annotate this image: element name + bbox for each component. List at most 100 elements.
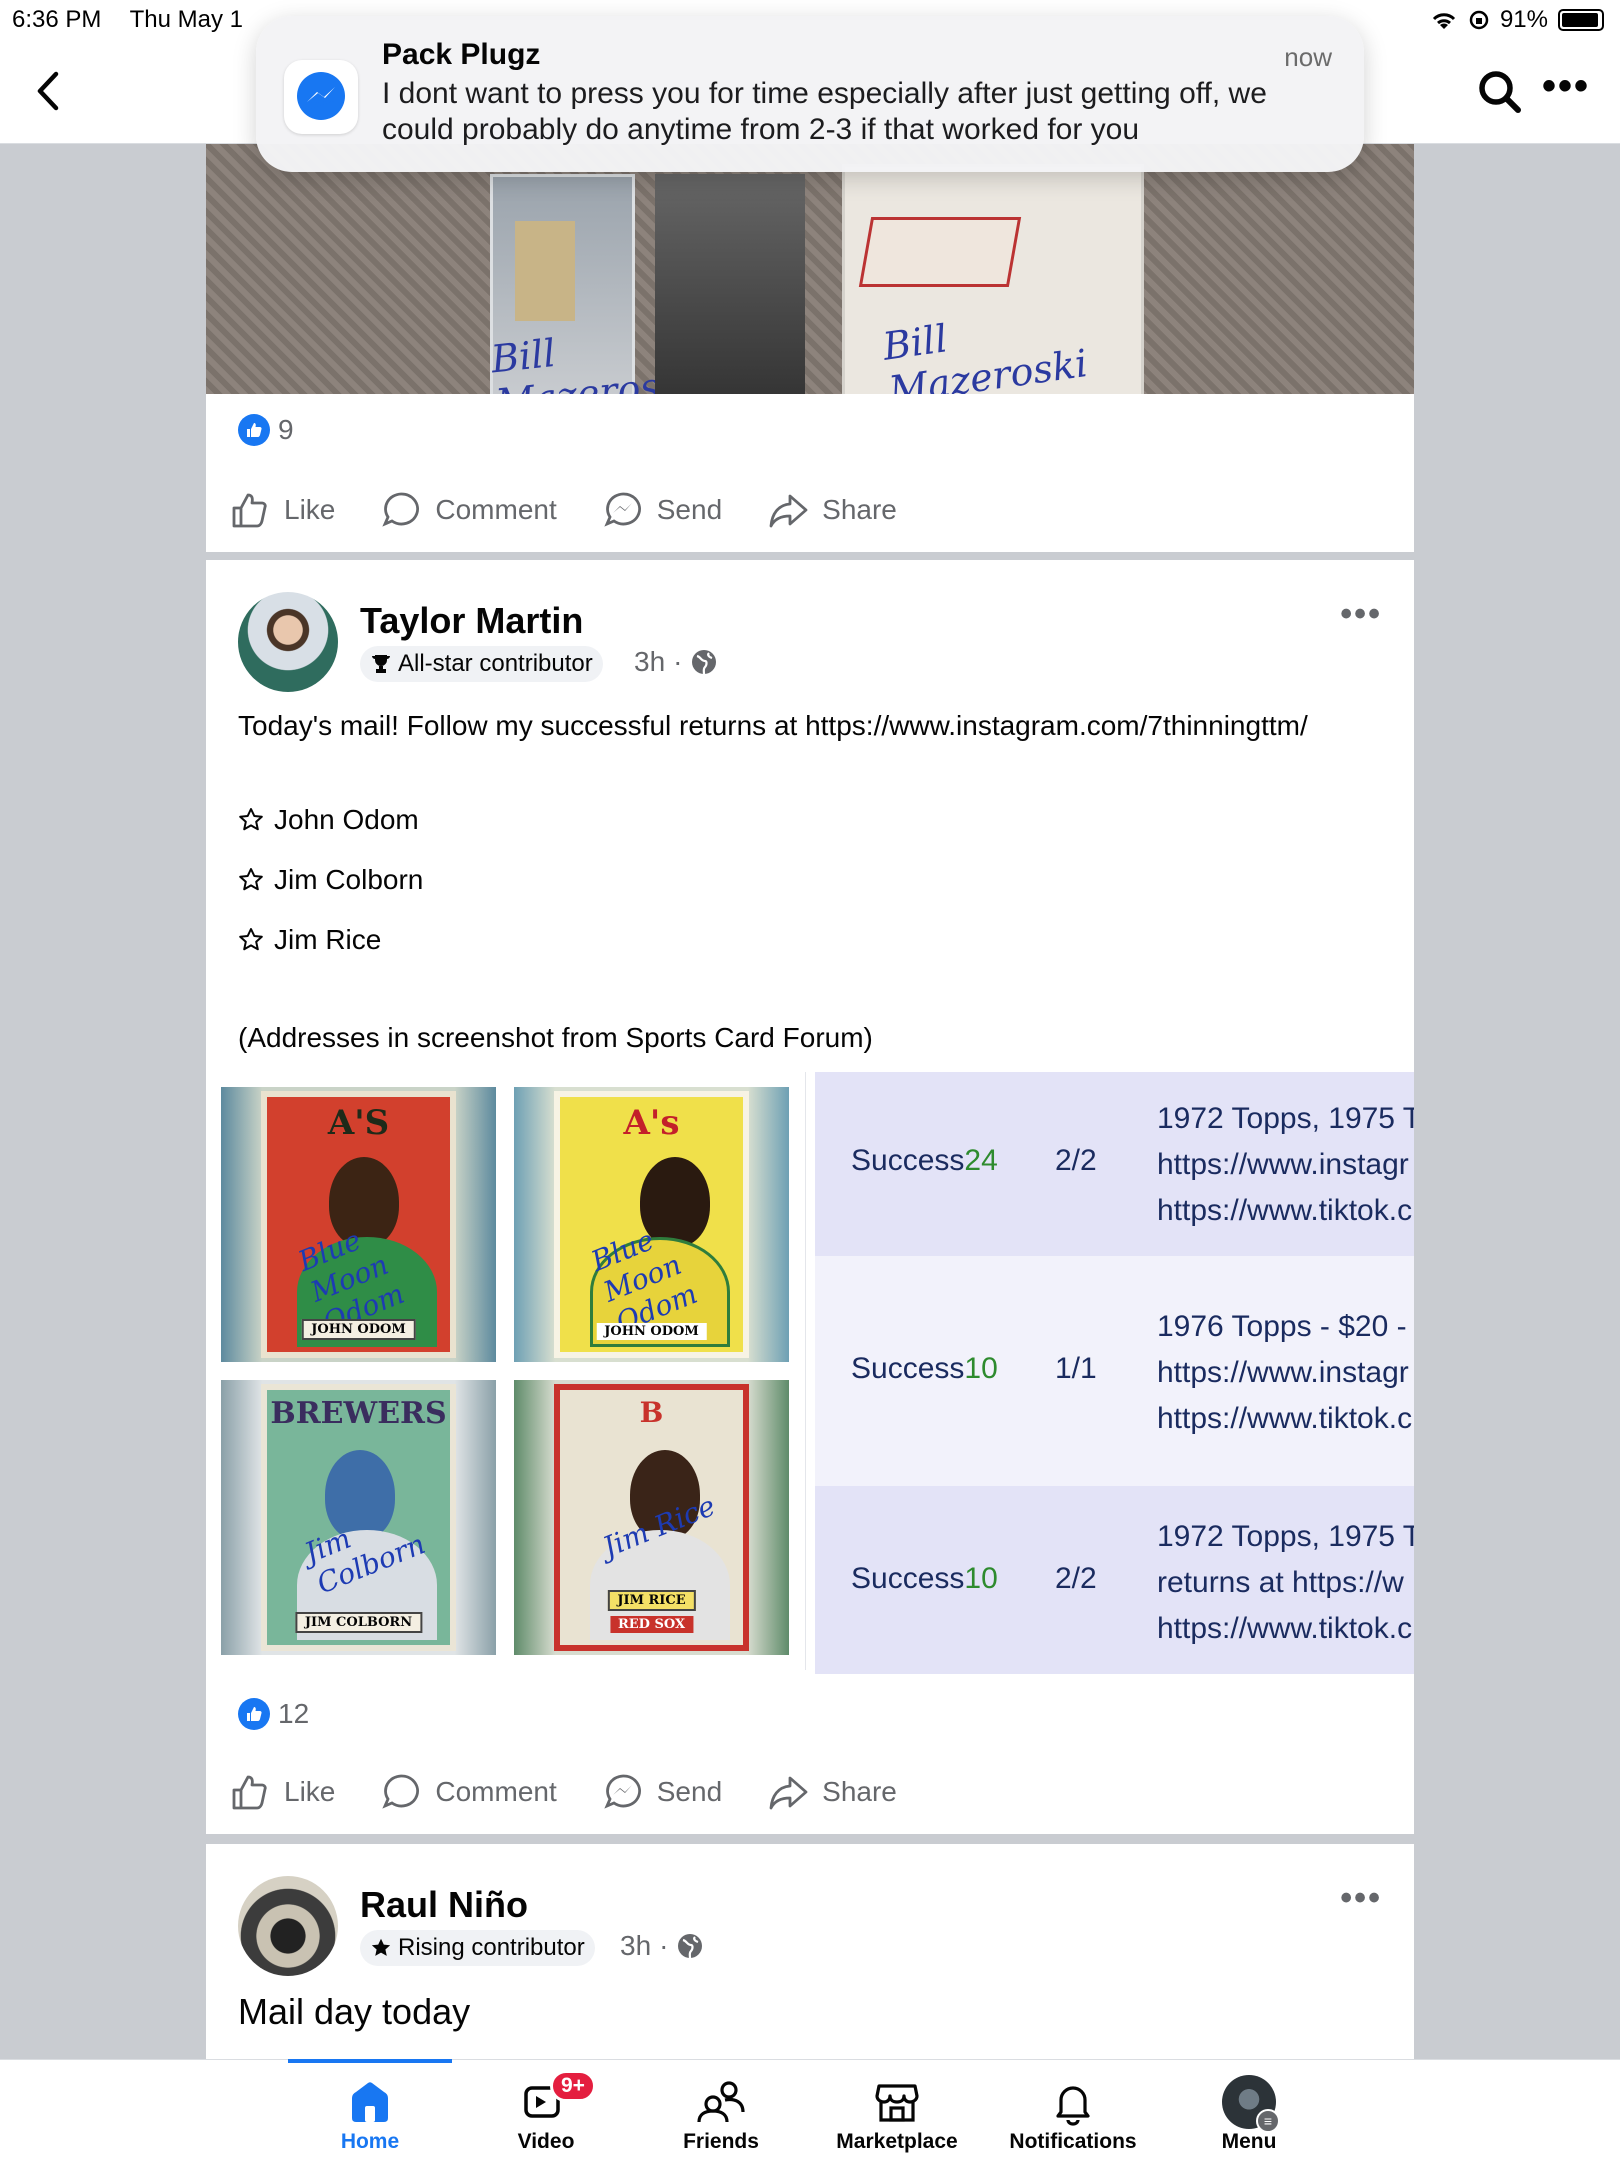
share-arrow-icon bbox=[769, 494, 808, 528]
detail-line: returns at https://w bbox=[1157, 1566, 1404, 1599]
marketplace-icon bbox=[875, 2084, 919, 2122]
nav-label: Friends bbox=[683, 2130, 759, 2153]
friends-icon bbox=[697, 2081, 745, 2123]
photo-card-odom-1975[interactable]: A's Blue Moon Odom JOHN ODOM bbox=[514, 1087, 789, 1362]
meta-separator: · bbox=[659, 1930, 669, 1961]
search-icon[interactable] bbox=[1476, 68, 1524, 116]
messenger-icon bbox=[284, 60, 358, 134]
table-cell-details: 1972 Topps, 1975 T https://www.instagr h… bbox=[1157, 1096, 1414, 1234]
share-button[interactable]: Share bbox=[768, 490, 897, 530]
contributor-badge[interactable]: All-star contributor bbox=[360, 646, 603, 682]
messenger-notification[interactable]: Pack Plugz now I dont want to press you … bbox=[256, 16, 1364, 172]
post-time[interactable]: 3h bbox=[620, 1930, 651, 1962]
card-team: BREWERS bbox=[270, 1396, 447, 1431]
list-item: John Odom bbox=[238, 804, 419, 836]
post-more-options-icon[interactable]: ••• bbox=[1340, 1881, 1382, 1915]
post-photo[interactable]: Bill Mazeroski Bill Mazeroski bbox=[206, 144, 1414, 394]
nav-home[interactable]: Home bbox=[282, 2060, 458, 2160]
home-icon bbox=[352, 2082, 388, 2122]
nav-menu[interactable]: ≡ Menu bbox=[1161, 2060, 1337, 2160]
card-player-name: JIM RICE bbox=[607, 1590, 696, 1611]
card-frame: BREWERS Jim Colborn JIM COLBORN bbox=[261, 1384, 456, 1651]
photo-card-colborn-1972[interactable]: BREWERS Jim Colborn JIM COLBORN bbox=[221, 1380, 496, 1655]
menu-hamburger-icon: ≡ bbox=[1256, 2109, 1280, 2133]
post-3: Raul Niño Rising contributor 3h · ••• Ma… bbox=[206, 1844, 1414, 2059]
send-button[interactable]: Send bbox=[603, 1772, 722, 1812]
like-reaction-icon bbox=[238, 1698, 270, 1730]
nav-label: Menu bbox=[1221, 2130, 1277, 2153]
baseball-card-1: Bill Mazeroski bbox=[489, 174, 697, 394]
status-number: 10 bbox=[964, 1352, 998, 1385]
table-cell-ratio: 2/2 bbox=[1055, 1562, 1097, 1595]
post-actions: Like Comment Send Share bbox=[230, 490, 943, 530]
list-item: Jim Colborn bbox=[238, 864, 423, 896]
table-cell-details: 1976 Topps - $20 - https://www.instagr h… bbox=[1157, 1304, 1412, 1442]
detail-line: https://www.tiktok.c bbox=[1157, 1612, 1413, 1645]
profile-avatar: ≡ bbox=[1222, 2075, 1280, 2133]
card-player-name: JOHN ODOM bbox=[301, 1319, 416, 1340]
comment-icon bbox=[382, 492, 420, 527]
share-button[interactable]: Share bbox=[768, 1772, 897, 1812]
back-chevron-icon[interactable] bbox=[28, 66, 68, 116]
wifi-icon bbox=[1432, 13, 1456, 29]
status-number: 10 bbox=[964, 1562, 998, 1595]
comment-label: Comment bbox=[435, 494, 557, 525]
post-time[interactable]: 3h bbox=[634, 646, 665, 678]
jersey-patch bbox=[858, 217, 1022, 287]
nav-label: Video bbox=[517, 2130, 575, 2153]
globe-icon bbox=[678, 1934, 703, 1959]
nav-video[interactable]: 9+ Video bbox=[458, 2060, 634, 2160]
more-options-icon[interactable]: ••• bbox=[1542, 66, 1590, 106]
comment-button[interactable]: Comment bbox=[381, 490, 557, 530]
badge-label: Rising contributor bbox=[398, 1934, 585, 1961]
like-reaction-icon bbox=[238, 414, 270, 446]
author-avatar[interactable] bbox=[238, 592, 338, 692]
like-button[interactable]: Like bbox=[230, 490, 335, 530]
reaction-summary[interactable]: 9 bbox=[238, 414, 294, 446]
author-avatar[interactable] bbox=[238, 1876, 338, 1976]
notification-title: Pack Plugz bbox=[382, 38, 541, 71]
status-label: Success bbox=[851, 1562, 965, 1595]
star-outline-icon bbox=[239, 808, 263, 831]
baseball-card-photo bbox=[655, 174, 805, 394]
reaction-summary[interactable]: 12 bbox=[238, 1698, 309, 1730]
battery-percent: 91% bbox=[1499, 6, 1548, 33]
status-bar-right: 91% bbox=[1430, 6, 1604, 34]
table-cell-status: Success10 bbox=[851, 1352, 998, 1386]
table-cell-status: Success10 bbox=[851, 1562, 998, 1596]
author-name[interactable]: Raul Niño bbox=[360, 1884, 528, 1926]
nav-marketplace[interactable]: Marketplace bbox=[809, 2060, 985, 2160]
send-label: Send bbox=[656, 1776, 723, 1807]
post-photo-grid: A'S Blue Moon Odom JOHN ODOM A's Blue Mo… bbox=[206, 1072, 806, 1670]
battery-icon bbox=[1558, 9, 1604, 31]
reaction-count: 12 bbox=[278, 1698, 310, 1729]
comment-icon bbox=[382, 1774, 420, 1809]
messenger-send-icon bbox=[604, 1774, 641, 1809]
author-name[interactable]: Taylor Martin bbox=[360, 600, 583, 642]
like-button[interactable]: Like bbox=[230, 1772, 335, 1812]
table-row: Success10 1/1 1976 Topps - $20 - https:/… bbox=[815, 1256, 1414, 1486]
table-row: Success10 2/2 1972 Topps, 1975 T returns… bbox=[815, 1486, 1414, 1674]
notification-time: now bbox=[1284, 42, 1332, 72]
post-more-options-icon[interactable]: ••• bbox=[1340, 597, 1382, 631]
video-notification-badge: 9+ bbox=[550, 2070, 596, 2102]
reaction-count: 9 bbox=[278, 414, 294, 445]
send-button[interactable]: Send bbox=[603, 490, 722, 530]
card-frame: A's Blue Moon Odom JOHN ODOM bbox=[554, 1091, 749, 1358]
card-team-subtitle: RED SOX bbox=[609, 1616, 694, 1633]
share-label: Share bbox=[822, 1776, 897, 1807]
status-number: 24 bbox=[964, 1144, 998, 1177]
detail-line: https://www.instagr bbox=[1157, 1356, 1409, 1389]
contributor-badge[interactable]: Rising contributor bbox=[360, 1930, 595, 1966]
comment-button[interactable]: Comment bbox=[381, 1772, 557, 1812]
nav-notifications[interactable]: Notifications bbox=[985, 2060, 1161, 2160]
comment-label: Comment bbox=[435, 1776, 557, 1807]
photo-card-odom-1972[interactable]: A'S Blue Moon Odom JOHN ODOM bbox=[221, 1087, 496, 1362]
photo-card-rice[interactable]: B Jim Rice JIM RICE RED SOX bbox=[514, 1380, 789, 1655]
post-photo-table-screenshot[interactable]: Success 24 2/2 1972 Topps, 1975 T https:/… bbox=[815, 1072, 1414, 1674]
globe-icon bbox=[692, 650, 717, 675]
notification-body: I dont want to press you for time especi… bbox=[382, 77, 1267, 146]
bottom-nav: Home 9+ Video Friends Marketplace Notifi… bbox=[0, 2059, 1620, 2160]
thumbs-up-icon bbox=[232, 1775, 267, 1810]
nav-friends[interactable]: Friends bbox=[633, 2060, 809, 2160]
